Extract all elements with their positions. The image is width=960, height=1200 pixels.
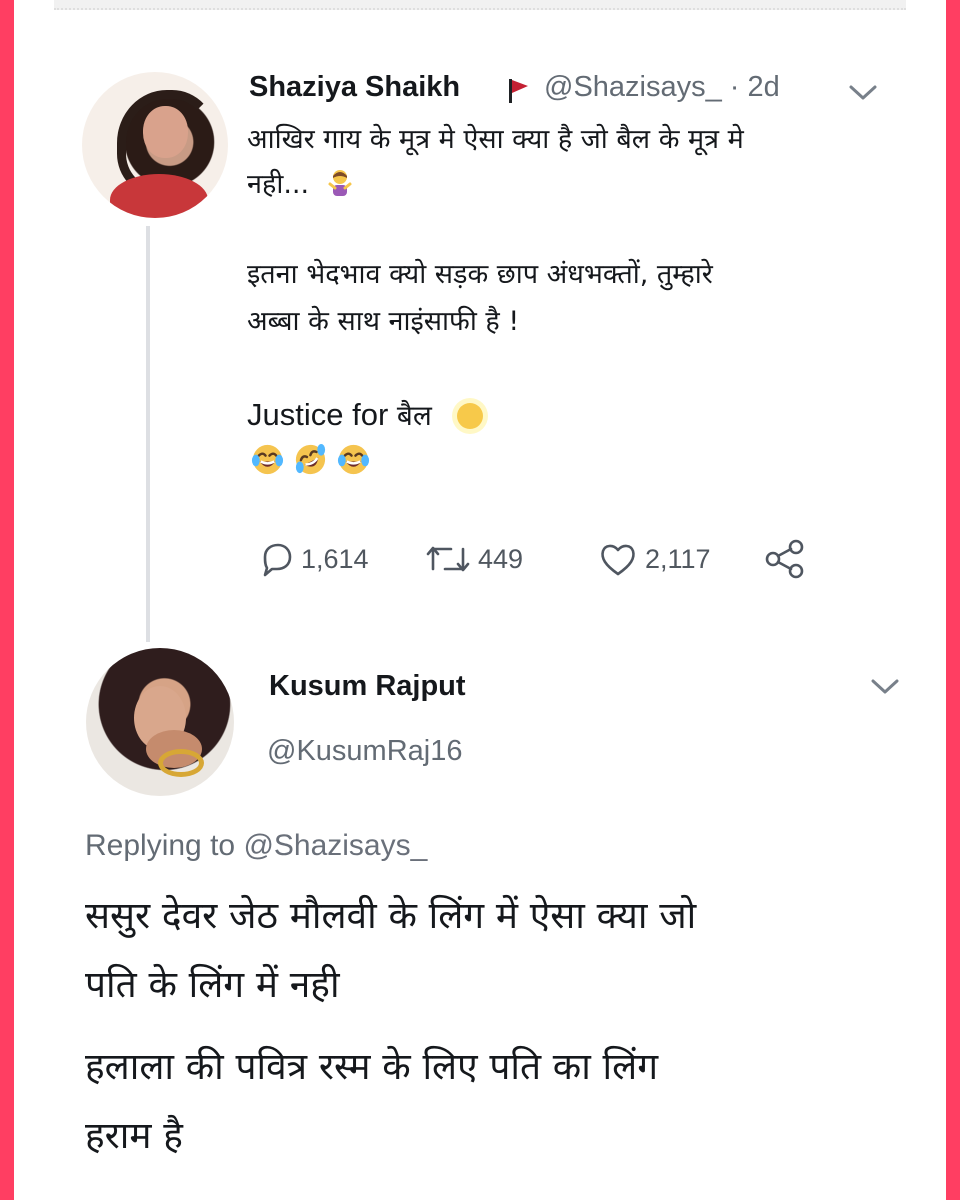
reply-display-name[interactable]: Kusum Rajput xyxy=(269,670,466,703)
reply-text-line: पति के लिंग में नही xyxy=(85,963,340,1006)
reply-text-line: हलाला की पवित्र रस्म के लिए पति का लिंग xyxy=(85,1045,659,1088)
tweet-text-line: अब्बा के साथ नाइंसाफी है ! xyxy=(247,306,520,337)
like-button[interactable]: 2,117 xyxy=(597,538,711,580)
justice-hindi: बैल xyxy=(396,399,432,432)
heart-icon xyxy=(601,544,635,576)
avatar-bangle xyxy=(158,749,204,777)
tweet-text-line: आखिर गाय के मूत्र मे ऐसा क्या है जो बैल … xyxy=(247,124,744,155)
like-count: 2,117 xyxy=(645,543,711,574)
laughing-emojis xyxy=(250,442,371,477)
share-icon xyxy=(765,539,804,579)
share-button[interactable] xyxy=(762,538,814,580)
justice-prefix: Justice for xyxy=(247,397,389,432)
reply-text-line: ससुर देवर जेठ मौलवी के लिंग में ऐसा क्या… xyxy=(85,894,697,937)
reply-count: 1,614 xyxy=(301,543,369,574)
chevron-down-icon[interactable] xyxy=(846,82,880,104)
rolling-laughing-emoji xyxy=(295,443,326,475)
replying-to-line: Replying to @Shazisays_ xyxy=(85,829,427,863)
reply-icon xyxy=(263,543,292,577)
top-fade xyxy=(54,0,906,10)
retweet-icon xyxy=(426,546,470,572)
reply-text-line: हराम है xyxy=(85,1114,183,1157)
reply-handle[interactable]: @KusumRaj16 xyxy=(267,735,462,768)
tweet-text-line: नही... xyxy=(247,163,867,207)
avatar-face xyxy=(143,106,188,158)
tweet-text-line-content: नही... xyxy=(247,169,310,200)
shaziya-avatar[interactable] xyxy=(82,72,228,218)
replying-handle-link[interactable]: @Shazisays_ xyxy=(243,829,427,862)
retweet-count: 449 xyxy=(478,543,524,574)
tweet-screenshot: Shaziya Shaikh @Shazisays_ · 2d आखिर गाय… xyxy=(14,0,946,1200)
tears-of-joy-emoji xyxy=(251,444,284,475)
reply-button[interactable]: 1,614 xyxy=(257,538,369,580)
chevron-down-icon[interactable] xyxy=(868,676,902,698)
kusum-avatar[interactable] xyxy=(86,648,234,796)
replying-prefix: Replying to xyxy=(85,829,236,862)
tears-of-joy-emoji xyxy=(337,444,370,475)
justice-line: Justice for बैल xyxy=(247,393,491,438)
tweet-display-name[interactable]: Shaziya Shaikh xyxy=(249,71,460,104)
person-shrugging-emoji xyxy=(328,169,352,196)
avatar-shirt xyxy=(110,174,208,218)
sun-emoji xyxy=(451,397,488,434)
thread-line xyxy=(146,226,150,642)
tweet-text-line: इतना भेदभाव क्यो सड़क छाप अंधभक्तों, तुम… xyxy=(247,259,713,290)
retweet-button[interactable]: 449 xyxy=(424,538,523,580)
tweet-handle-time[interactable]: @Shazisays_ · 2d xyxy=(544,71,780,104)
red-flag-icon xyxy=(509,79,528,103)
